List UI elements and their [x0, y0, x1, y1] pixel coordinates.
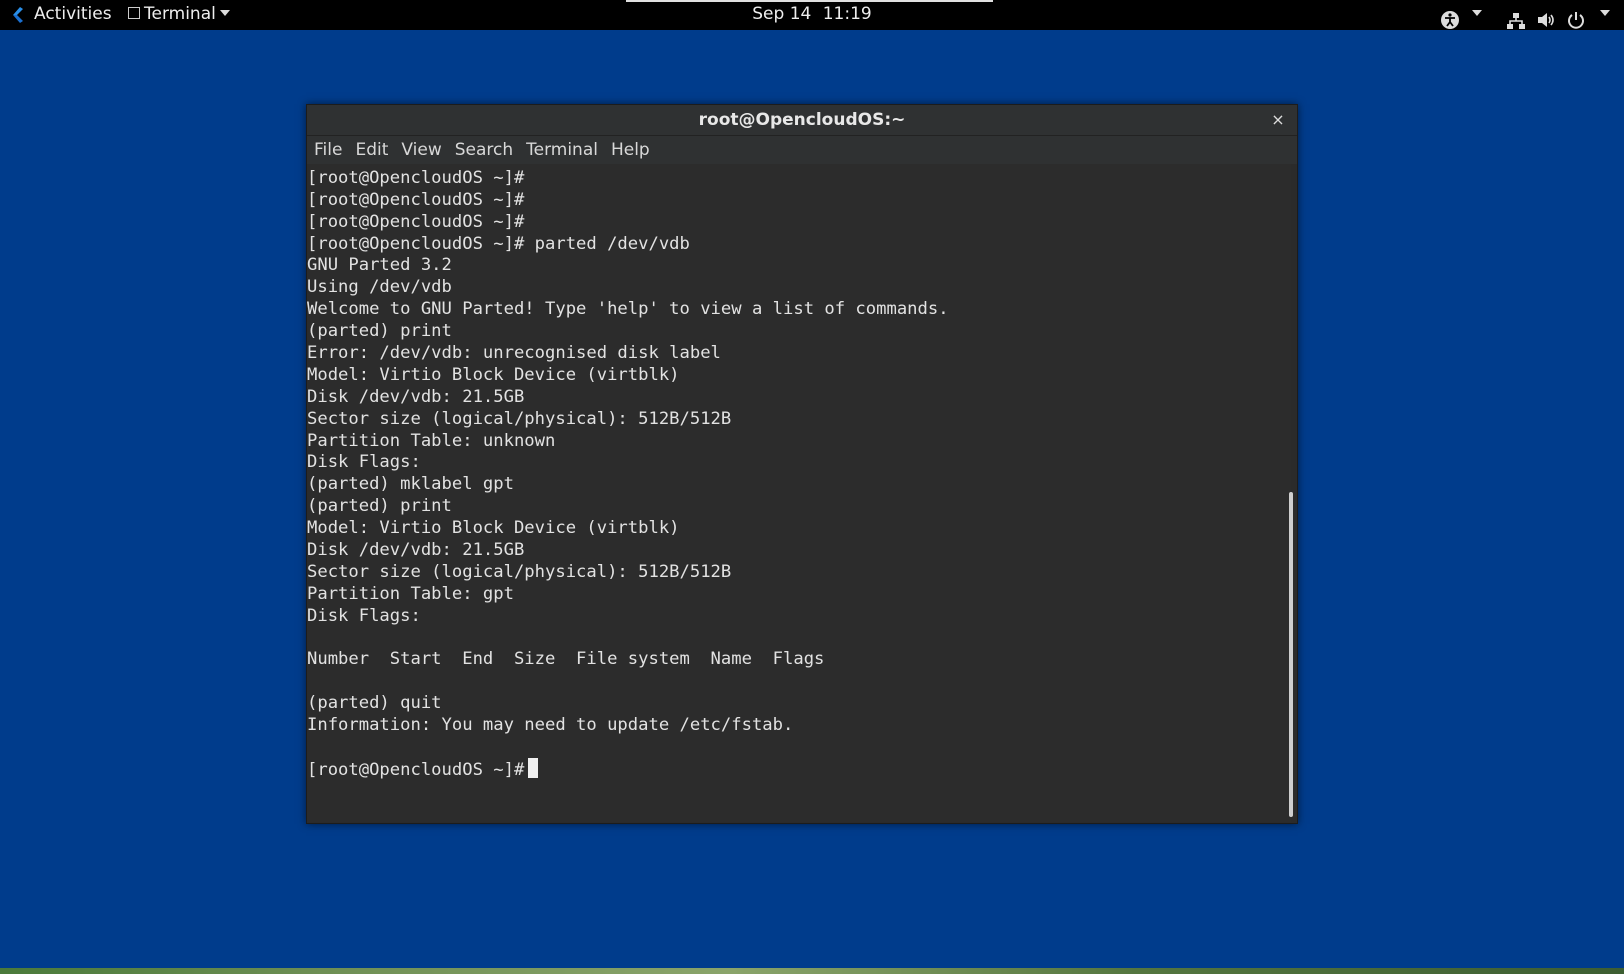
menu-edit[interactable]: Edit — [348, 136, 394, 164]
terminal-line: [root@OpencloudOS ~]# — [307, 168, 525, 188]
network-icon[interactable] — [1506, 6, 1526, 36]
terminal-line: (parted) print — [307, 321, 452, 341]
menu-view[interactable]: View — [394, 136, 447, 164]
menu-search[interactable]: Search — [448, 136, 519, 164]
terminal-line: Disk Flags: — [307, 452, 421, 472]
terminal-window: root@OpencloudOS:~ × File Edit View Search T… — [306, 104, 1298, 824]
terminal-output[interactable]: [root@OpencloudOS ~]# [root@OpencloudOS … — [307, 164, 1291, 822]
accessibility-menu-chevron-icon[interactable] — [1468, 0, 1482, 30]
terminal-line: GNU Parted 3.2 — [307, 255, 452, 275]
terminal-line: Information: You may need to update /etc… — [307, 715, 794, 735]
terminal-line: Error: /dev/vdb: unrecognised disk label — [307, 343, 721, 363]
system-menu-chevron-icon[interactable] — [1596, 0, 1610, 30]
clock-time: 11:19 — [822, 4, 872, 24]
terminal-line: Disk /dev/vdb: 21.5GB — [307, 387, 525, 407]
terminal-line: (parted) quit — [307, 693, 442, 713]
window-titlebar[interactable]: root@OpencloudOS:~ × — [307, 105, 1297, 136]
clock-date: Sep 14 — [752, 4, 812, 24]
top-bar: Activities Terminal Sep 14 11:19 — [0, 0, 1624, 30]
accessibility-icon[interactable] — [1440, 5, 1460, 35]
terminal-line: Disk Flags: — [307, 606, 421, 626]
terminal-line: [root@OpencloudOS ~]# — [307, 190, 525, 210]
terminal-line: [root@OpencloudOS ~]# — [307, 212, 525, 232]
menu-help[interactable]: Help — [604, 136, 656, 164]
terminal-line: Disk /dev/vdb: 21.5GB — [307, 540, 525, 560]
terminal-scrollbar[interactable] — [1289, 164, 1295, 822]
terminal-prompt: [root@OpencloudOS ~]# — [307, 760, 525, 780]
terminal-line: Sector size (logical/physical): 512B/512… — [307, 562, 732, 582]
terminal-line: Number Start End Size File system Name F… — [307, 649, 825, 669]
close-icon[interactable]: × — [1267, 109, 1289, 131]
window-title: root@OpencloudOS:~ — [698, 110, 906, 130]
terminal-line: [root@OpencloudOS ~]# parted /dev/vdb — [307, 234, 690, 254]
scrollbar-thumb[interactable] — [1289, 492, 1293, 817]
menu-file[interactable]: File — [307, 136, 348, 164]
power-icon[interactable] — [1566, 5, 1586, 35]
terminal-line: Using /dev/vdb — [307, 277, 452, 297]
terminal-line: (parted) print — [307, 496, 452, 516]
terminal-line: Partition Table: gpt — [307, 584, 514, 604]
menu-terminal[interactable]: Terminal — [519, 136, 604, 164]
volume-icon[interactable] — [1536, 5, 1556, 35]
menu-bar: File Edit View Search Terminal Help — [307, 136, 1297, 164]
terminal-line: Model: Virtio Block Device (virtblk) — [307, 518, 680, 538]
terminal-line: (parted) mklabel gpt — [307, 474, 514, 494]
terminal-prompt-line: [root@OpencloudOS ~]# — [307, 758, 539, 780]
terminal-line: Sector size (logical/physical): 512B/512… — [307, 409, 732, 429]
terminal-line: Model: Virtio Block Device (virtblk) — [307, 365, 680, 385]
desktop-bottom-strip — [0, 968, 1624, 974]
text-cursor — [528, 758, 539, 778]
clock[interactable]: Sep 14 11:19 — [0, 0, 1624, 30]
terminal-line: Welcome to GNU Parted! Type 'help' to vi… — [307, 299, 949, 319]
terminal-line: Partition Table: unknown — [307, 431, 556, 451]
